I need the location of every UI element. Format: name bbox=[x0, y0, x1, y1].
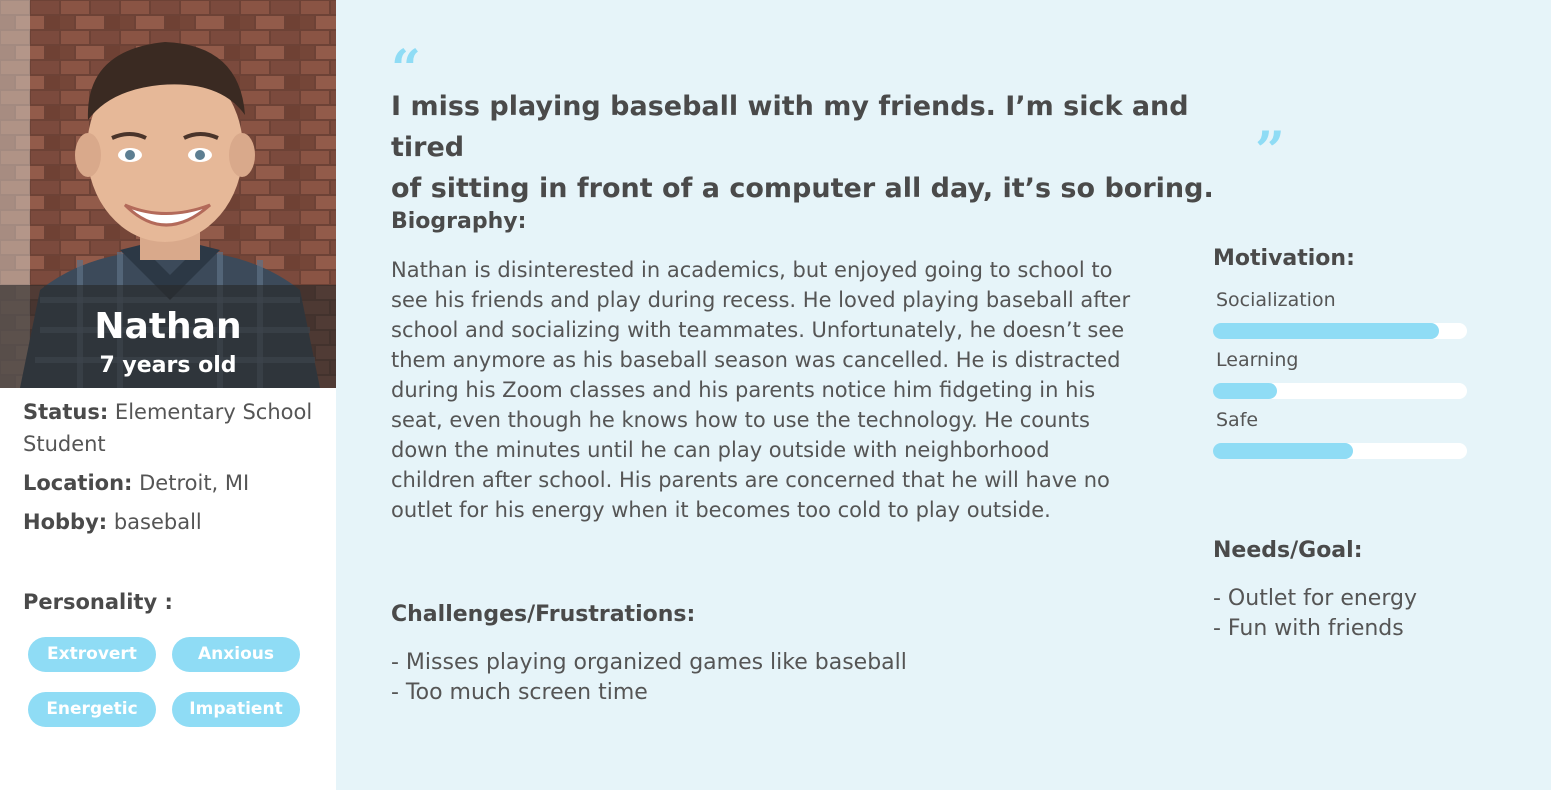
quote-line-1: I miss playing baseball with my friends.… bbox=[391, 91, 1189, 163]
status-label: Status: bbox=[23, 400, 109, 424]
motivation-bar-safe bbox=[1213, 443, 1467, 459]
location-fact: Location: Detroit, MI bbox=[23, 467, 323, 499]
motivation-bar-fill bbox=[1213, 323, 1440, 339]
hobby-label: Hobby: bbox=[23, 510, 108, 534]
profile-facts: Status: Elementary School Student Locati… bbox=[23, 396, 323, 545]
profile-card: Nathan 7 years old Status: Elementary Sc… bbox=[0, 0, 336, 790]
motivation-label-learning: Learning bbox=[1216, 349, 1299, 371]
personality-title: Personality : bbox=[23, 590, 173, 614]
status-fact: Status: Elementary School Student bbox=[23, 396, 323, 460]
list-item: - Outlet for energy bbox=[1213, 586, 1417, 611]
challenges-list: - Misses playing organized games like ba… bbox=[391, 648, 1091, 708]
quote-line-2: of sitting in front of a computer all da… bbox=[391, 173, 1214, 204]
motivation-bar-fill bbox=[1213, 443, 1353, 459]
location-value: Detroit, MI bbox=[139, 471, 250, 495]
motivation-bar-learning bbox=[1213, 383, 1467, 399]
list-item: - Fun with friends bbox=[1213, 616, 1404, 641]
motivation-heading: Motivation: bbox=[1213, 246, 1355, 271]
motivation-label-socialization: Socialization bbox=[1216, 289, 1336, 311]
trait-chip-impatient: Impatient bbox=[172, 692, 300, 727]
motivation-label-safe: Safe bbox=[1216, 409, 1259, 431]
person-name: Nathan bbox=[94, 306, 242, 347]
needs-list: - Outlet for energy - Fun with friends bbox=[1213, 584, 1513, 644]
biography-text: Nathan is disinterested in academics, bu… bbox=[391, 258, 1131, 522]
person-age: 7 years old bbox=[99, 353, 237, 378]
biography-heading: Biography: bbox=[391, 209, 527, 234]
hobby-value: baseball bbox=[113, 510, 202, 534]
trait-chip-anxious: Anxious bbox=[172, 637, 300, 672]
list-item: - Misses playing organized games like ba… bbox=[391, 650, 907, 675]
trait-chip-energetic: Energetic bbox=[28, 692, 156, 727]
location-label: Location: bbox=[23, 471, 133, 495]
motivation-bar-fill bbox=[1213, 383, 1277, 399]
quote-text: I miss playing baseball with my friends.… bbox=[391, 86, 1271, 209]
challenges-heading: Challenges/Frustrations: bbox=[391, 602, 696, 627]
needs-heading: Needs/Goal: bbox=[1213, 538, 1363, 563]
hobby-fact: Hobby: baseball bbox=[23, 506, 323, 538]
list-item: - Too much screen time bbox=[391, 680, 648, 705]
quote-close-icon: ” bbox=[1255, 121, 1285, 182]
motivation-bar-socialization bbox=[1213, 323, 1467, 339]
trait-chip-extrovert: Extrovert bbox=[28, 637, 156, 672]
